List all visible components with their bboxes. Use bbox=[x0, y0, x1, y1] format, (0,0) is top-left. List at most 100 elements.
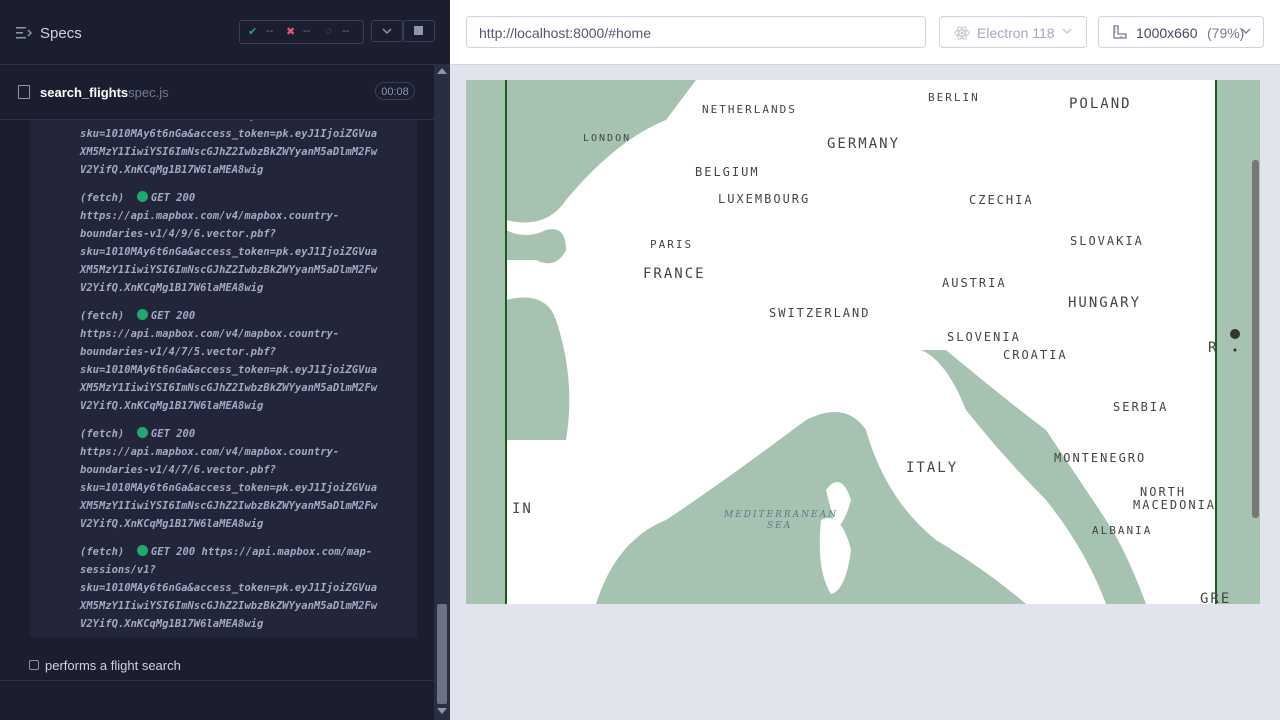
status-dot-icon bbox=[136, 427, 148, 438]
status-dot-icon bbox=[136, 191, 148, 202]
status-dot-icon bbox=[136, 545, 148, 556]
command-log-entries: boundaries-v1/4/9/6.vector.pbf? sku=1010M… bbox=[80, 120, 417, 637]
log-line: XM5MzY1IiwiYSI6ImNscGJhZ2IwbzBkZWYyanM5a… bbox=[80, 146, 378, 158]
log-status: GET 200 bbox=[150, 192, 196, 204]
chevron-down-icon bbox=[1241, 28, 1251, 34]
browser-selector[interactable]: Electron 118 bbox=[939, 16, 1087, 48]
log-entry[interactable]: (fetch) GET 200 https://api.mapbox.com/v4… bbox=[80, 189, 417, 297]
log-line: boundaries-v1/4/7/5.vector.pbf? bbox=[80, 346, 276, 358]
log-status: GET 200 https://api.mapbox.com/map- bbox=[150, 546, 373, 558]
map-label: GRE bbox=[1200, 591, 1232, 604]
test-status-icon bbox=[29, 660, 39, 670]
scroll-up-icon[interactable] bbox=[437, 68, 447, 74]
map-label: POLAND bbox=[1069, 96, 1132, 112]
zoom-level: (79%) bbox=[1207, 25, 1245, 41]
log-line: V2YifQ.XnKCqMg1B17W6laMEA8wig bbox=[80, 282, 264, 294]
log-line: boundaries-v1/4/9/6.vector.pbf? bbox=[80, 228, 276, 240]
map-label: SLOVAKIA bbox=[1070, 234, 1144, 248]
map-label: BELGIUM bbox=[695, 165, 760, 179]
log-line: sku=1010MAy6t6nGa&access_token=pk.eyJ1Ij… bbox=[80, 128, 378, 140]
map-label: ALBANIA bbox=[1092, 524, 1153, 537]
log-entry[interactable]: (fetch) GET 200 https://api.mapbox.com/v4… bbox=[80, 425, 417, 533]
scrollbar[interactable] bbox=[434, 64, 450, 720]
log-entry[interactable]: boundaries-v1/4/9/6.vector.pbf?sku=1010M… bbox=[80, 120, 417, 179]
url-bar[interactable]: http://localhost:8000/#home bbox=[466, 16, 926, 48]
electron-icon bbox=[954, 26, 970, 40]
file-icon bbox=[18, 85, 30, 99]
log-line: https://api.mapbox.com/v4/mapbox.country… bbox=[80, 446, 340, 458]
map-label: FRANCE bbox=[643, 266, 706, 282]
map-label: NETHERLANDS bbox=[702, 103, 797, 116]
log-line: V2YifQ.XnKCqMg1B17W6laMEA8wig bbox=[80, 400, 264, 412]
app-viewport[interactable]: NETHERLANDS BERLIN POLAND LONDON GERMANY… bbox=[466, 80, 1260, 604]
log-line: sku=1010MAy6t6nGa&access_token=pk.eyJ1Ij… bbox=[80, 482, 378, 494]
map-label: HUNGARY bbox=[1068, 295, 1142, 311]
pending-count: -- bbox=[342, 25, 350, 37]
status-dot-icon bbox=[136, 309, 148, 320]
log-line: https://api.mapbox.com/v4/mapbox.country… bbox=[80, 328, 340, 340]
specs-title[interactable]: Specs bbox=[40, 25, 82, 42]
log-line: XM5MzY1IiwiYSI6ImNscGJhZ2IwbzBkZWYyanM5a… bbox=[80, 382, 378, 394]
log-prefix: (fetch) bbox=[80, 428, 125, 440]
spec-header[interactable]: search_flightsspec.js bbox=[0, 65, 434, 120]
map-label: NORTH bbox=[1140, 485, 1187, 499]
log-line: XM5MzY1IiwiYSI6ImNscGJhZ2IwbzBkZWYyanM5a… bbox=[80, 600, 378, 612]
map-label: CZECHIA bbox=[969, 193, 1034, 207]
command-log[interactable]: boundaries-v1/4/9/6.vector.pbf? sku=1010M… bbox=[30, 120, 417, 637]
chevron-down-icon bbox=[1062, 28, 1072, 34]
spec-name: search_flightsspec.js bbox=[40, 85, 169, 100]
stop-icon bbox=[414, 26, 423, 35]
log-status: GET 200 bbox=[150, 310, 196, 322]
scroll-down-icon[interactable] bbox=[437, 708, 447, 714]
log-line: https://api.mapbox.com/v4/mapbox.country… bbox=[80, 210, 340, 222]
stop-button[interactable] bbox=[403, 20, 435, 42]
log-line: XM5MzY1IiwiYSI6ImNscGJhZ2IwbzBkZWYyanM5a… bbox=[80, 264, 378, 276]
ruler-icon bbox=[1113, 25, 1127, 39]
map-label: MACEDONIA bbox=[1133, 498, 1217, 512]
map-label: R bbox=[1208, 340, 1219, 356]
stats-group: ✔ -- ✖ -- ◌ -- bbox=[239, 20, 364, 44]
map-label: LONDON bbox=[583, 133, 632, 144]
log-prefix: (fetch) bbox=[80, 192, 125, 204]
app-preview-panel: http://localhost:8000/#home Electron 118… bbox=[450, 0, 1280, 720]
reporter-header: Specs ✔ -- ✖ -- ◌ -- bbox=[0, 0, 435, 65]
failed-count: -- bbox=[303, 25, 311, 37]
log-entry[interactable]: (fetch) GET 200 https://api.mapbox.com/m… bbox=[80, 543, 417, 633]
log-line: V2YifQ.XnKCqMg1B17W6laMEA8wig bbox=[80, 518, 264, 530]
map-label: SEA bbox=[767, 521, 793, 531]
preview-toolbar: http://localhost:8000/#home Electron 118… bbox=[450, 0, 1280, 65]
log-status: GET 200 bbox=[150, 428, 196, 440]
viewport-size: 1000x660 bbox=[1136, 25, 1198, 41]
log-prefix: (fetch) bbox=[80, 310, 125, 322]
expand-button[interactable] bbox=[371, 20, 403, 42]
log-line: sessions/v1? bbox=[80, 564, 156, 576]
log-line: sku=1010MAy6t6nGa&access_token=pk.eyJ1Ij… bbox=[80, 246, 378, 258]
reporter-panel: Specs ✔ -- ✖ -- ◌ -- search_flightsspec.… bbox=[0, 0, 450, 720]
map-label: IN bbox=[512, 501, 533, 517]
log-line: sku=1010MAy6t6nGa&access_token=pk.eyJ1Ij… bbox=[80, 582, 378, 594]
log-prefix: (fetch) bbox=[80, 546, 125, 558]
map-label: BERLIN bbox=[928, 91, 980, 104]
map-label: MONTENEGRO bbox=[1054, 451, 1147, 465]
passed-count: -- bbox=[266, 25, 274, 37]
map-label: SLOVENIA bbox=[947, 330, 1021, 344]
log-line: boundaries-v1/4/7/6.vector.pbf? bbox=[80, 464, 276, 476]
test-item[interactable]: performs a flight search bbox=[0, 650, 434, 681]
viewport-info[interactable]: 1000x660 (79%) bbox=[1098, 16, 1264, 48]
map-label: SERBIA bbox=[1113, 400, 1169, 414]
test-label: performs a flight search bbox=[45, 658, 181, 673]
cross-icon: ✖ bbox=[286, 26, 296, 38]
list-icon[interactable] bbox=[16, 26, 32, 40]
log-entry[interactable]: (fetch) GET 200 https://api.mapbox.com/v4… bbox=[80, 307, 417, 415]
spinner-icon: ◌ bbox=[325, 25, 332, 37]
log-line: XM5MzY1IiwiYSI6ImNscGJhZ2IwbzBkZWYyanM5a… bbox=[80, 500, 378, 512]
chevron-down-icon bbox=[382, 28, 392, 35]
browser-name: Electron 118 bbox=[977, 25, 1055, 41]
map-label: AUSTRIA bbox=[942, 276, 1007, 290]
map-label: MEDITERRANEAN bbox=[724, 510, 839, 520]
log-line: V2YifQ.XnKCqMg1B17W6laMEA8wig bbox=[80, 164, 264, 176]
spec-extension: spec.js bbox=[128, 85, 169, 100]
log-line: V2YifQ.XnKCqMg1B17W6laMEA8wig bbox=[80, 618, 264, 630]
scrollbar-thumb[interactable] bbox=[437, 604, 447, 704]
spec-duration: 00:08 bbox=[375, 82, 415, 100]
